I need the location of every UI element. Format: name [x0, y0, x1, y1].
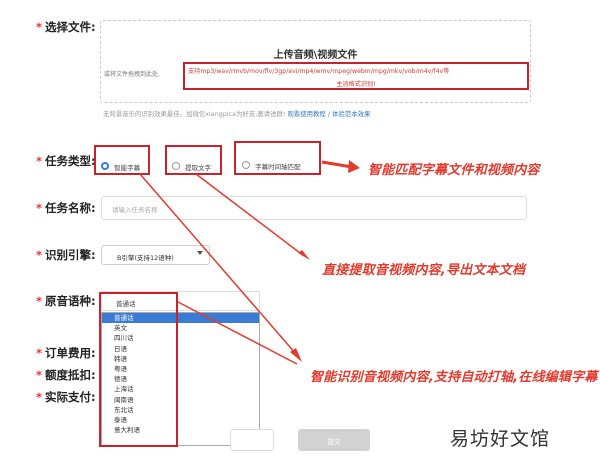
annotation-timeline-match: 智能匹配字幕文件和视频内容: [368, 163, 540, 178]
watermark: 易坊好文馆: [450, 428, 551, 450]
arrow-line-3: [139, 173, 297, 355]
annotation-arrows: [139, 160, 360, 365]
arrow-line-1: [321, 160, 353, 169]
annotation-extract-text: 直接提取音视频内容,导出文本文档: [322, 263, 526, 278]
arrow-line-4: [177, 301, 298, 365]
arrow-line-2: [195, 173, 305, 257]
annotation-smart-subtitle: 智能识别音视频内容,支持自动打轴,在线编辑字幕: [310, 370, 598, 385]
arrowhead-1: [348, 160, 360, 173]
arrowhead-2: [298, 250, 310, 260]
